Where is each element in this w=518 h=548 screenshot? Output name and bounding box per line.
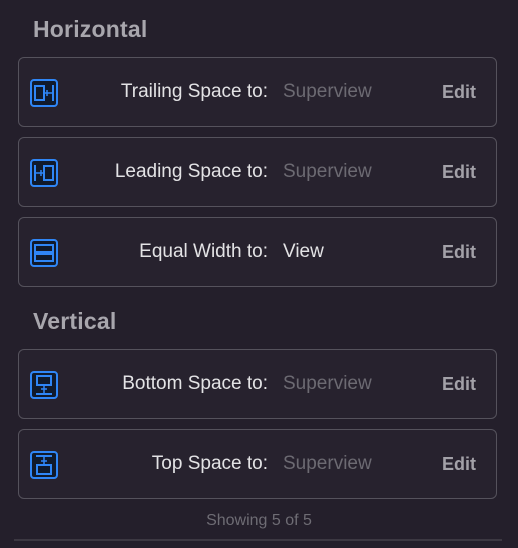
constraint-row-bottom-space[interactable]: Bottom Space to: Superview Edit — [18, 349, 497, 419]
constraint-target[interactable]: Superview — [283, 350, 372, 418]
constraint-row-equal-width[interactable]: Equal Width to: View Edit — [18, 217, 497, 287]
constraint-target[interactable]: Superview — [283, 138, 372, 206]
bottom-space-icon — [30, 371, 58, 399]
edit-button[interactable]: Edit — [442, 138, 476, 206]
divider — [14, 539, 502, 541]
constraint-row-top-space[interactable]: Top Space to: Superview Edit — [18, 429, 497, 499]
constraint-label: Leading Space to: — [114, 161, 268, 182]
constraint-label: Equal Width to: — [139, 241, 268, 262]
edit-button[interactable]: Edit — [442, 430, 476, 498]
constraint-row-trailing-space[interactable]: Trailing Space to: Superview Edit — [18, 57, 497, 127]
section-title-vertical: Vertical — [33, 308, 117, 334]
constraint-target[interactable]: View — [283, 218, 324, 286]
leading-space-icon — [30, 159, 58, 187]
equal-width-icon — [30, 239, 58, 267]
constraint-target[interactable]: Superview — [283, 430, 372, 498]
edit-button[interactable]: Edit — [442, 350, 476, 418]
constraint-label: Bottom Space to: — [122, 373, 268, 394]
section-title-horizontal: Horizontal — [33, 16, 148, 42]
showing-count: Showing 5 of 5 — [206, 512, 312, 529]
edit-button[interactable]: Edit — [442, 58, 476, 126]
constraint-row-leading-space[interactable]: Leading Space to: Superview Edit — [18, 137, 497, 207]
constraint-label: Trailing Space to: — [120, 81, 268, 102]
trailing-space-icon — [30, 79, 58, 107]
constraint-label: Top Space to: — [151, 453, 268, 474]
top-space-icon — [30, 451, 58, 479]
constraint-target[interactable]: Superview — [283, 58, 372, 126]
edit-button[interactable]: Edit — [442, 218, 476, 286]
